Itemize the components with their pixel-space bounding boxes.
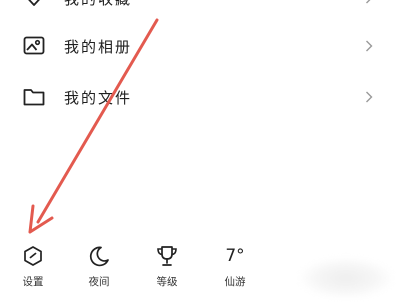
annotation-arrow: [28, 18, 159, 234]
